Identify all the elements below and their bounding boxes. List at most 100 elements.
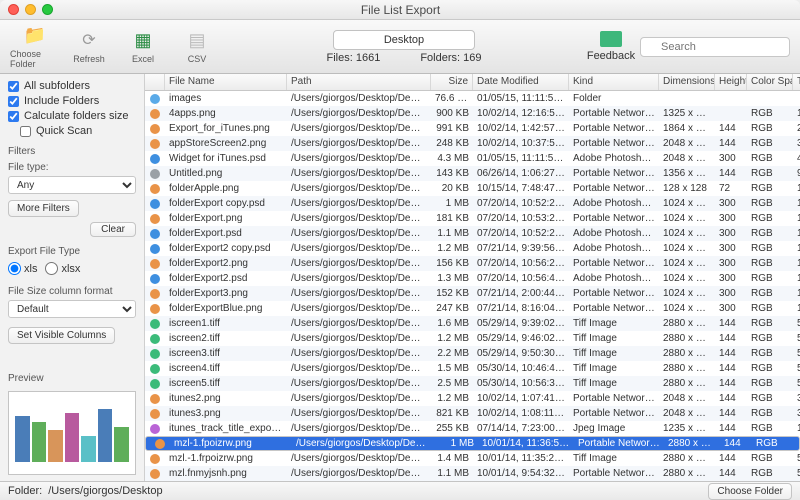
table-row[interactable]: Widget for iTunes.psd/Users/giorgos/Desk…: [145, 151, 800, 166]
table-row[interactable]: Export_for_iTunes.png/Users/giorgos/Desk…: [145, 121, 800, 136]
table-row[interactable]: iscreen3.tiff/Users/giorgos/Desktop/Demo…: [145, 346, 800, 361]
col-dimensions[interactable]: Dimensions: [659, 74, 715, 90]
col-kind[interactable]: Kind: [569, 74, 659, 90]
export-csv-button[interactable]: ▤ CSV: [172, 24, 222, 70]
refresh-button[interactable]: ⟳ Refresh: [64, 24, 114, 70]
table-row[interactable]: iscreen2.tiff/Users/giorgos/Desktop/Demo…: [145, 331, 800, 346]
xlsx-radio[interactable]: xlsx: [45, 262, 80, 275]
col-date[interactable]: Date Modified: [473, 74, 569, 90]
cell-color-space: RGB: [747, 213, 793, 224]
col-name[interactable]: File Name: [165, 74, 287, 90]
cell-total-pixels: 1,048,576: [793, 198, 800, 209]
more-filters-button[interactable]: More Filters: [8, 200, 79, 217]
table-row[interactable]: folderExportBlue.png/Users/giorgos/Deskt…: [145, 301, 800, 316]
col-height[interactable]: Height: [715, 74, 747, 90]
cell-kind: Portable Network G...: [569, 213, 659, 224]
cell-dimensions: 1024 x 1024: [659, 258, 715, 269]
cell-path: /Users/giorgos/Desktop/DemoFolder/i...: [287, 393, 431, 404]
footer-path: /Users/giorgos/Desktop: [48, 485, 702, 497]
feedback-button[interactable]: Feedback: [586, 31, 636, 62]
table-row[interactable]: folderExport2.png/Users/giorgos/Desktop/…: [145, 256, 800, 271]
cell-name: iscreen3.tiff: [165, 348, 287, 359]
cell-height: 144: [715, 318, 747, 329]
cell-color-space: RGB: [747, 393, 793, 404]
choose-folder-button[interactable]: 📁 Choose Folder: [10, 24, 60, 70]
cell-dimensions: 1024 x 1024: [659, 303, 715, 314]
cell-height: 300: [715, 273, 747, 284]
xls-radio[interactable]: xls: [8, 262, 37, 275]
table-row[interactable]: itunes2.png/Users/giorgos/Desktop/DemoFo…: [145, 391, 800, 406]
footer-choose-folder-button[interactable]: Choose Folder: [708, 483, 792, 500]
table-row[interactable]: folderExport2 copy.psd/Users/giorgos/Des…: [145, 241, 800, 256]
table-row[interactable]: mzl-1.fpoizrw.png/Users/giorgos/Desktop/…: [145, 436, 800, 451]
col-color-space[interactable]: Color Space: [747, 74, 793, 90]
feedback-icon: [600, 31, 622, 47]
cell-name: iscreen4.tiff: [165, 363, 287, 374]
cell-size: 181 KB: [431, 213, 473, 224]
filters-label: Filters: [8, 146, 136, 157]
cell-kind: Adobe Photoshop...: [569, 243, 659, 254]
cell-name: folderExport3.png: [165, 288, 287, 299]
quick-scan-checkbox[interactable]: Quick Scan: [20, 125, 136, 137]
calculate-sizes-checkbox[interactable]: Calculate folders size: [8, 110, 136, 122]
cell-name: mzl-1.fpoizrw.png: [170, 438, 292, 449]
table-row[interactable]: folderExport copy.psd/Users/giorgos/Desk…: [145, 196, 800, 211]
file-icon: [145, 109, 165, 119]
table-row[interactable]: appStoreScreen2.png/Users/giorgos/Deskto…: [145, 136, 800, 151]
table-row[interactable]: mzl.-1.frpoizrw.png/Users/giorgos/Deskto…: [145, 451, 800, 466]
col-total-pixels[interactable]: Total Pixels: [793, 74, 800, 90]
table-row[interactable]: folderExport.png/Users/giorgos/Desktop/D…: [145, 211, 800, 226]
table-row[interactable]: iscreen5.tiff/Users/giorgos/Desktop/Demo…: [145, 376, 800, 391]
cell-date: 07/20/14, 10:52:29 PM: [473, 198, 569, 209]
cell-name: folderExport2.png: [165, 258, 287, 269]
location-tab[interactable]: Desktop: [333, 30, 475, 50]
table-row[interactable]: itunes_track_title_export.jpg/Users/gior…: [145, 421, 800, 436]
cell-dimensions: 2880 x 1800: [659, 333, 715, 344]
table-row[interactable]: iscreen1.tiff/Users/giorgos/Desktop/Demo…: [145, 316, 800, 331]
minimize-window-button[interactable]: [25, 4, 36, 15]
cell-size: 248 KB: [431, 138, 473, 149]
search-input[interactable]: [640, 37, 790, 57]
table-row[interactable]: mzl.fnmyjsnh.png/Users/giorgos/Desktop/D…: [145, 466, 800, 481]
cell-size: 2.5 MB: [431, 378, 473, 389]
cell-total-pixels: 3,145,728: [793, 408, 800, 419]
cell-total-pixels: 1,048,576: [793, 288, 800, 299]
cell-name: mzl.fnmyjsnh.png: [165, 468, 287, 479]
size-format-select[interactable]: Default: [8, 300, 136, 318]
preview-thumbnail: [15, 404, 128, 461]
all-subfolders-checkbox[interactable]: All subfolders: [8, 80, 136, 92]
cell-kind: Adobe Photoshop...: [569, 153, 659, 164]
table-row[interactable]: folderExport3.png/Users/giorgos/Desktop/…: [145, 286, 800, 301]
col-path[interactable]: Path: [287, 74, 431, 90]
file-icon: [145, 424, 165, 434]
table-row[interactable]: Untitled.png/Users/giorgos/Desktop/DemoF…: [145, 166, 800, 181]
zoom-window-button[interactable]: [42, 4, 53, 15]
table-row[interactable]: images/Users/giorgos/Desktop/DemoFolder/…: [145, 91, 800, 106]
file-icon: [145, 214, 165, 224]
table-row[interactable]: folderApple.png/Users/giorgos/Desktop/De…: [145, 181, 800, 196]
cell-size: 900 KB: [431, 108, 473, 119]
cell-kind: Portable Network G...: [569, 468, 659, 479]
export-excel-button[interactable]: ▦ Excel: [118, 24, 168, 70]
cell-dimensions: 1024 x 1024: [659, 288, 715, 299]
table-row[interactable]: itunes3.png/Users/giorgos/Desktop/DemoFo…: [145, 406, 800, 421]
col-size[interactable]: Size: [431, 74, 473, 90]
col-icon[interactable]: [145, 74, 165, 90]
table-row[interactable]: 4apps.png/Users/giorgos/Desktop/DemoFold…: [145, 106, 800, 121]
cell-height: 144: [715, 453, 747, 464]
include-folders-checkbox[interactable]: Include Folders: [8, 95, 136, 107]
table-row[interactable]: iscreen4.tiff/Users/giorgos/Desktop/Demo…: [145, 361, 800, 376]
clear-filters-button[interactable]: Clear: [90, 222, 136, 237]
table-row[interactable]: folderExport.psd/Users/giorgos/Desktop/D…: [145, 226, 800, 241]
cell-name: Untitled.png: [165, 168, 287, 179]
preview-label: Preview: [8, 373, 136, 384]
table-row[interactable]: folderExport2.psd/Users/giorgos/Desktop/…: [145, 271, 800, 286]
set-visible-columns-button[interactable]: Set Visible Columns: [8, 327, 115, 344]
folders-count: Folders: 169: [420, 52, 481, 64]
file-type-select[interactable]: Any: [8, 176, 136, 194]
table-body[interactable]: images/Users/giorgos/Desktop/DemoFolder/…: [145, 91, 800, 481]
close-window-button[interactable]: [8, 4, 19, 15]
cell-height: 300: [715, 198, 747, 209]
cell-total-pixels: 2,318,816: [793, 123, 800, 134]
cell-date: 07/21/14, 8:16:04 PM: [473, 303, 569, 314]
